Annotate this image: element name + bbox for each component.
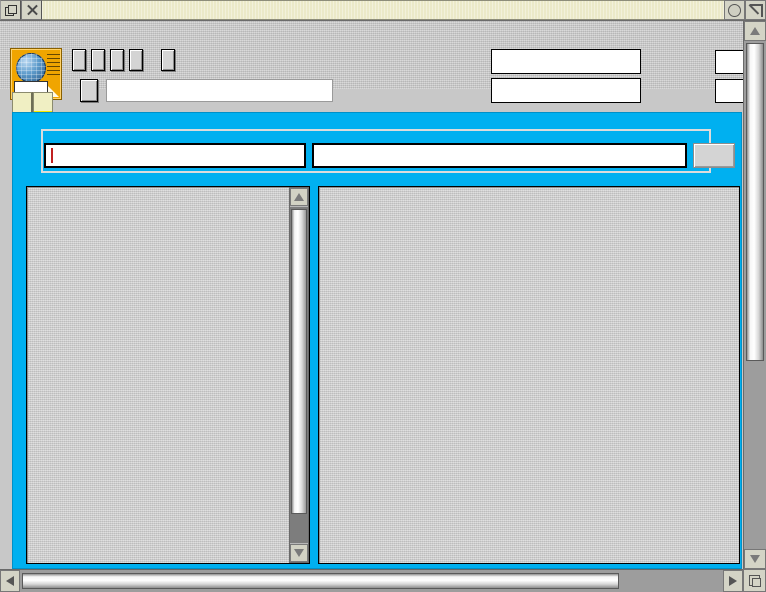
chevron-down-icon: [750, 555, 760, 563]
tab-output[interactable]: [33, 92, 53, 114]
window-vertical-scrollbar[interactable]: [743, 21, 766, 569]
values-tree[interactable]: [319, 187, 739, 563]
resize-grip-icon: [749, 575, 761, 587]
structure-tree[interactable]: [27, 187, 309, 563]
window-title: [42, 0, 724, 20]
scroll-track[interactable]: [290, 207, 308, 543]
compall-button[interactable]: [91, 49, 105, 71]
chevron-up-icon: [750, 27, 760, 35]
chevron-left-icon: [6, 576, 14, 586]
nhd-field-1[interactable]: [491, 49, 641, 74]
toolbar-button-row: [72, 49, 175, 71]
structure-tree-scrollbar[interactable]: [289, 187, 309, 563]
encoding-select[interactable]: [80, 79, 98, 102]
window-horizontal-scrollbar[interactable]: [0, 569, 743, 592]
structure-tree-pane: [26, 186, 310, 564]
make-xml-button[interactable]: [129, 49, 143, 71]
scroll-thumb[interactable]: [291, 209, 307, 514]
window-scroll-down-button[interactable]: [744, 549, 766, 569]
window-toggle-size-button[interactable]: [724, 0, 745, 20]
chevron-up-icon: [294, 193, 304, 201]
editor-panel: [12, 112, 742, 569]
chevron-down-icon: [294, 549, 304, 557]
resize-icon: [749, 4, 763, 17]
application-window: [0, 0, 766, 592]
window-close-button[interactable]: [21, 0, 42, 20]
tab-bar: [12, 92, 53, 114]
values-tree-pane: [318, 186, 740, 564]
toolbar: [0, 21, 766, 103]
node-value-input[interactable]: [312, 143, 687, 168]
expr-button[interactable]: [72, 49, 86, 71]
chevron-right-icon: [729, 576, 737, 586]
text-caret: [51, 148, 53, 163]
clear-text-button[interactable]: [161, 49, 175, 71]
window-vscroll-thumb[interactable]: [746, 43, 764, 361]
title-bar: [0, 0, 766, 21]
window-resize-grip[interactable]: [743, 569, 766, 592]
scroll-up-button[interactable]: [290, 188, 308, 206]
racnode-input[interactable]: [106, 79, 333, 102]
back-icon: [5, 4, 17, 16]
ok-button[interactable]: [693, 143, 735, 168]
text-lines-icon: [47, 54, 60, 80]
window-resize-button[interactable]: [745, 0, 766, 20]
window-frame: [0, 0, 766, 592]
window-scroll-up-button[interactable]: [744, 21, 766, 41]
title-bar-right-buttons: [724, 0, 766, 20]
window-scroll-right-button[interactable]: [723, 570, 743, 592]
node-name-input[interactable]: [44, 143, 306, 168]
globe-icon: [16, 53, 46, 83]
scroll-down-button[interactable]: [290, 544, 308, 562]
window-scroll-left-button[interactable]: [0, 570, 20, 592]
nhd-field-2[interactable]: [491, 78, 641, 103]
tab-editeur[interactable]: [12, 92, 33, 113]
node-editor-row: [44, 143, 735, 168]
toolbar-encoding-row: [72, 79, 333, 102]
close-icon: [26, 4, 38, 16]
window-back-button[interactable]: [0, 0, 21, 20]
toggle-size-icon: [728, 3, 741, 17]
expall-button[interactable]: [110, 49, 124, 71]
window-hscroll-thumb[interactable]: [22, 573, 619, 589]
